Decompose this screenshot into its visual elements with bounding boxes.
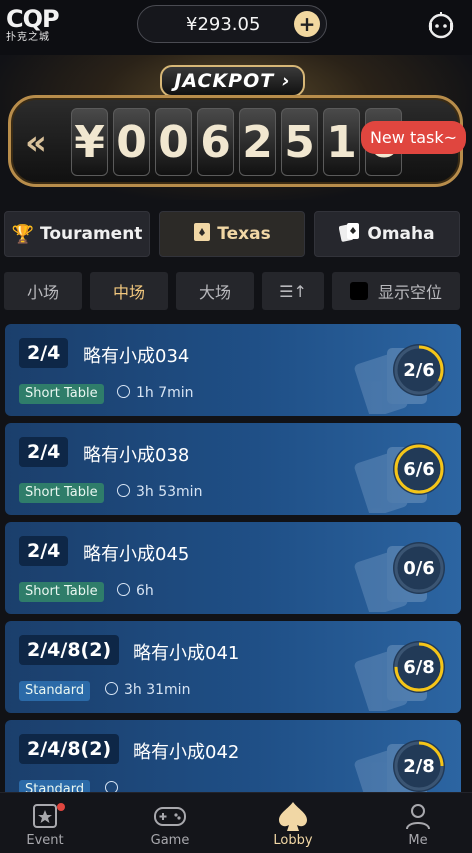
room-name: 略有小成042: [133, 742, 240, 763]
chevron-right-icon: ›: [281, 70, 291, 92]
room-card[interactable]: 2/4 略有小成045 Short Table 6h 0/6: [5, 522, 461, 614]
nav-me-label: Me: [408, 833, 428, 848]
room-duration-text: 6h: [136, 583, 154, 599]
seat-count: 2/6: [403, 359, 435, 381]
cards-icon: [339, 222, 361, 247]
jackpot-title-text: JACKPOT: [174, 70, 275, 92]
balance-pill[interactable]: ¥293.05 +: [137, 5, 327, 43]
nav-lobby-label: Lobby: [273, 833, 313, 848]
room-duration-text: 3h 31min: [124, 682, 191, 698]
room-name: 略有小成034: [83, 346, 190, 367]
tab-omaha[interactable]: Omaha: [314, 211, 460, 257]
jackpot-digit: 5: [281, 108, 318, 176]
sort-button[interactable]: ☰↑: [262, 272, 324, 310]
seat-count: 6/8: [403, 656, 435, 678]
spade-icon: [253, 799, 333, 833]
top-bar: CQP 扑克之城 ¥293.05 +: [0, 0, 472, 55]
filter-large[interactable]: 大场: [176, 272, 254, 310]
room-blinds: 2/4/8(2): [19, 734, 120, 764]
seat-count: 6/6: [403, 458, 435, 480]
notification-dot: [57, 803, 65, 811]
filter-small[interactable]: 小场: [4, 272, 82, 310]
jackpot-currency: ¥: [71, 108, 108, 176]
left-arrows-icon: «: [25, 123, 47, 163]
tab-tournament[interactable]: 🏆 Tourament: [4, 211, 150, 257]
seat-count: 2/8: [403, 755, 435, 777]
new-task-badge[interactable]: New task~: [361, 121, 466, 154]
room-type-badge: Standard: [19, 681, 91, 701]
room-type-badge: Short Table: [19, 384, 104, 404]
clock-icon: [117, 484, 130, 497]
nav-me[interactable]: Me: [378, 799, 458, 848]
tab-omaha-label: Omaha: [367, 224, 435, 244]
sort-icon: ☰↑: [279, 281, 307, 301]
show-empty-label: 显示空位: [377, 283, 442, 302]
room-blinds: 2/4/8(2): [19, 635, 120, 665]
event-icon: [5, 799, 85, 833]
jackpot-digit: 2: [239, 108, 276, 176]
room-blinds: 2/4: [19, 536, 69, 566]
room-duration-text: 3h 53min: [136, 484, 203, 500]
jackpot-digits: ¥ 0 0 6 2 5 1 6: [71, 108, 402, 178]
filter-medium[interactable]: 中场: [90, 272, 168, 310]
seat-indicator: 2/8: [393, 740, 445, 792]
jackpot-digit: 6: [197, 108, 234, 176]
clock-icon: [117, 385, 130, 398]
app-logo: CQP 扑克之城: [6, 5, 60, 50]
room-name: 略有小成045: [83, 544, 190, 565]
room-card[interactable]: 2/4 略有小成034 Short Table 1h 7min 2/6: [5, 324, 461, 416]
gamepad-icon: [130, 799, 210, 833]
bottom-nav: Event Game Lobby Me: [0, 792, 472, 853]
jackpot-digit: 0: [113, 108, 150, 176]
room-duration: 3h 31min: [105, 682, 190, 698]
tab-texas-label: Texas: [217, 224, 271, 244]
room-card[interactable]: 2/4/8(2) 略有小成042 Standard 2/8: [5, 720, 461, 792]
seat-indicator: 0/6: [393, 542, 445, 594]
clock-icon: [105, 781, 118, 792]
jackpot-digit: 0: [155, 108, 192, 176]
jackpot-digit: 1: [323, 108, 360, 176]
room-duration: 6h: [117, 583, 154, 599]
checkbox-icon[interactable]: [349, 282, 368, 300]
room-type-badge: Short Table: [19, 483, 104, 503]
room-type-badge: Short Table: [19, 582, 104, 602]
jackpot-banner[interactable]: JACKPOT › « ¥ 0 0 6 2 5 1 6 » New task~: [0, 55, 472, 200]
add-funds-button[interactable]: +: [294, 11, 320, 37]
room-duration: [105, 781, 124, 792]
room-duration: 1h 7min: [117, 385, 194, 401]
room-blinds: 2/4: [19, 437, 69, 467]
room-name: 略有小成038: [83, 445, 190, 466]
nav-event[interactable]: Event: [5, 799, 85, 848]
seat-count: 0/6: [403, 557, 435, 579]
room-duration-text: 1h 7min: [136, 385, 194, 401]
seat-indicator: 2/6: [393, 344, 445, 396]
nav-event-label: Event: [26, 833, 64, 848]
tab-texas[interactable]: Texas: [159, 211, 305, 257]
user-icon: [378, 799, 458, 833]
logo-mark: CQP: [6, 5, 60, 33]
room-card[interactable]: 2/4 略有小成038 Short Table 3h 53min 6/6: [5, 423, 461, 515]
card-icon: [193, 222, 211, 247]
room-blinds: 2/4: [19, 338, 69, 368]
seat-indicator: 6/8: [393, 641, 445, 693]
room-type-badge: Standard: [19, 780, 91, 792]
jackpot-title[interactable]: JACKPOT ›: [160, 65, 305, 97]
show-empty-seats-toggle[interactable]: 显示空位: [332, 272, 460, 310]
clock-icon: [117, 583, 130, 596]
room-name: 略有小成041: [133, 643, 240, 664]
customer-service-icon[interactable]: [426, 10, 456, 40]
clock-icon: [105, 682, 118, 695]
room-list[interactable]: 2/4 略有小成034 Short Table 1h 7min 2/6 2/4 …: [0, 322, 472, 792]
room-card[interactable]: 2/4/8(2) 略有小成041 Standard 3h 31min 6/8: [5, 621, 461, 713]
seat-indicator: 6/6: [393, 443, 445, 495]
logo-subtitle: 扑克之城: [6, 32, 50, 43]
nav-lobby[interactable]: Lobby: [253, 799, 333, 848]
nav-game-label: Game: [150, 833, 190, 848]
room-duration: 3h 53min: [117, 484, 202, 500]
tab-tournament-label: Tourament: [39, 224, 143, 244]
nav-game[interactable]: Game: [130, 799, 210, 848]
trophy-icon: 🏆: [11, 223, 34, 245]
balance-amount: ¥293.05: [186, 14, 261, 35]
